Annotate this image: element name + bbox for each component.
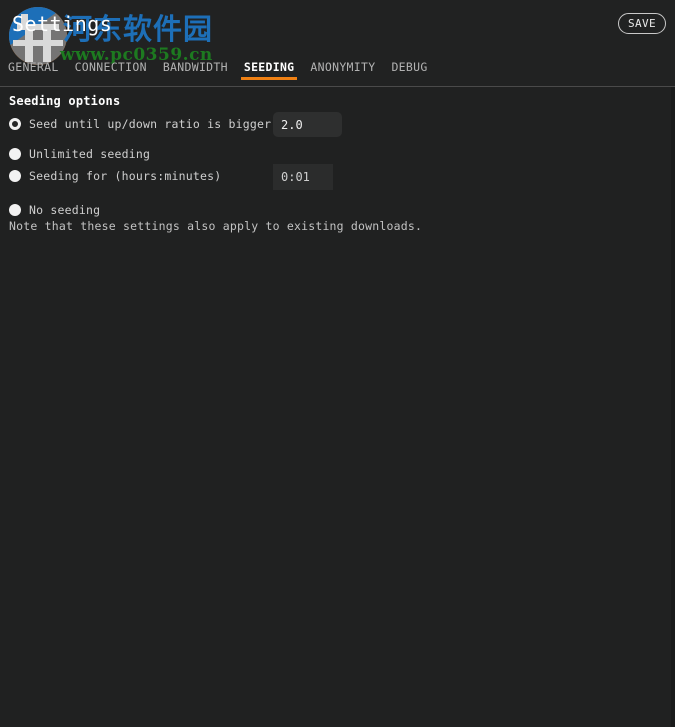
option-label: Seeding for (hours:minutes) — [29, 169, 222, 183]
tab-label: GENERAL — [8, 60, 59, 74]
settings-window: 河东软件园 www.pc0359.cn Settings SAVE GENERA… — [0, 0, 675, 727]
tab-label: ANONYMITY — [310, 60, 376, 74]
ratio-input[interactable] — [273, 112, 342, 137]
tab-seeding[interactable]: SEEDING — [236, 58, 303, 86]
option-label: Unlimited seeding — [29, 147, 151, 161]
tab-bar: GENERAL CONNECTION BANDWIDTH SEEDING ANO… — [0, 58, 675, 86]
tab-bandwidth[interactable]: BANDWIDTH — [155, 58, 236, 86]
seeding-panel: Seeding options Seed until up/down ratio… — [0, 87, 675, 727]
section-title: Seeding options — [9, 94, 121, 108]
option-no-seeding[interactable]: No seeding — [9, 201, 100, 219]
tab-label: DEBUG — [391, 60, 428, 74]
seeding-time-input[interactable] — [273, 164, 333, 190]
title-bar: 河东软件园 www.pc0359.cn Settings SAVE GENERA… — [0, 0, 675, 87]
tab-label: CONNECTION — [74, 60, 147, 74]
option-label: No seeding — [29, 203, 101, 217]
option-seeding-for[interactable]: Seeding for (hours:minutes) — [9, 167, 221, 185]
option-unlimited-seeding[interactable]: Unlimited seeding — [9, 145, 150, 163]
radio-unlimited-seeding[interactable] — [9, 148, 21, 160]
tab-label: SEEDING — [243, 60, 295, 74]
tab-general[interactable]: GENERAL — [0, 58, 67, 86]
radio-no-seeding[interactable] — [9, 204, 21, 216]
tab-anonymity[interactable]: ANONYMITY — [302, 58, 383, 86]
option-seed-until-ratio[interactable]: Seed until up/down ratio is bigger than — [9, 115, 307, 133]
panel-right-edge — [671, 87, 675, 727]
save-button[interactable]: SAVE — [618, 13, 666, 34]
settings-note: Note that these settings also apply to e… — [9, 219, 423, 233]
page-title: Settings — [12, 12, 113, 36]
radio-seed-until-ratio[interactable] — [9, 118, 21, 130]
tab-connection[interactable]: CONNECTION — [67, 58, 155, 86]
tab-debug[interactable]: DEBUG — [383, 58, 435, 86]
radio-seeding-for[interactable] — [9, 170, 21, 182]
tab-active-indicator — [240, 77, 298, 80]
tab-label: BANDWIDTH — [162, 60, 228, 74]
option-label: Seed until up/down ratio is bigger than — [29, 117, 307, 131]
